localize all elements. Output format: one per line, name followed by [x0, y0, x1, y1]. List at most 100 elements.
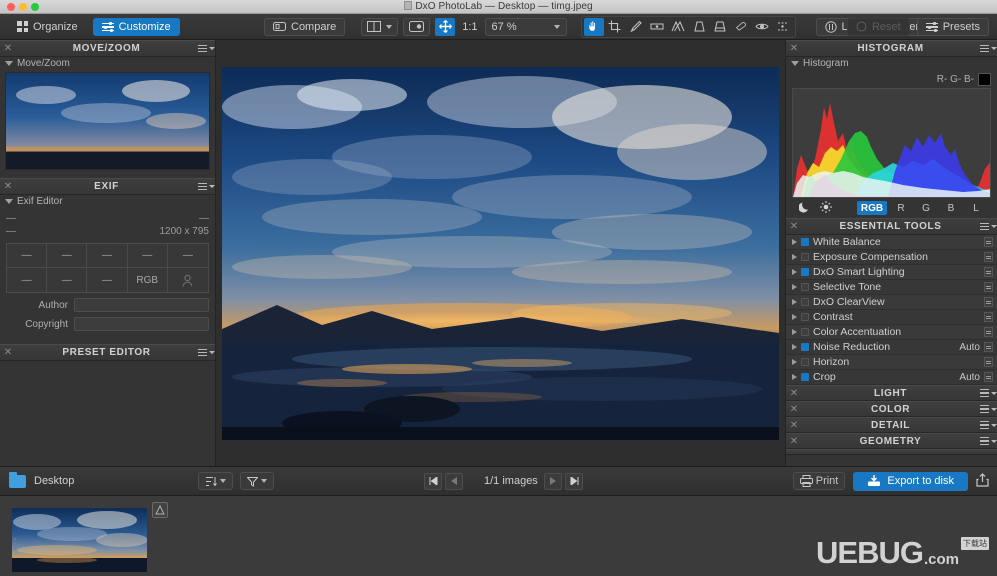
exif-colorspace-cell[interactable]: RGB — [127, 268, 168, 292]
channel-l-button[interactable]: L — [965, 201, 987, 215]
next-group-header-partial[interactable] — [786, 449, 997, 455]
person-icon[interactable] — [167, 268, 208, 292]
hand-tool-button[interactable] — [583, 17, 604, 36]
histogram-graph[interactable] — [792, 88, 991, 198]
preset-editor-panel-header[interactable]: ✕ PRESET EDITOR — [0, 344, 215, 361]
triangle-right-icon[interactable] — [792, 269, 797, 275]
close-icon[interactable]: ✕ — [0, 347, 16, 358]
color-group-header[interactable]: ✕ COLOR — [786, 401, 997, 417]
tool-enable-checkbox[interactable] — [801, 328, 809, 336]
exif-cell[interactable]: — — [87, 268, 128, 292]
equalizer-button[interactable] — [773, 18, 793, 36]
filmstrip-item[interactable] — [12, 502, 168, 572]
hand-pan-button[interactable] — [435, 17, 456, 36]
tool-menu-icon[interactable] — [984, 267, 993, 277]
move-zoom-panel-header[interactable]: ✕ MOVE/ZOOM — [0, 40, 215, 57]
perspective-tool-button[interactable] — [668, 18, 688, 36]
tool-enable-checkbox[interactable] — [801, 298, 809, 306]
tool-row[interactable]: DxO ClearView — [786, 295, 997, 310]
compare-button[interactable]: Compare — [264, 17, 346, 36]
tool-menu-icon[interactable] — [984, 237, 993, 247]
exif-copyright-field[interactable]: Copyright — [6, 317, 209, 331]
close-icon[interactable]: ✕ — [786, 404, 802, 415]
tool-menu-icon[interactable] — [984, 372, 993, 382]
exif-author-field[interactable]: Author — [6, 298, 209, 312]
previous-image-button[interactable] — [445, 472, 463, 490]
tool-enable-checkbox[interactable] — [801, 283, 809, 291]
triangle-right-icon[interactable] — [792, 254, 797, 260]
triangle-right-icon[interactable] — [792, 284, 797, 290]
tool-menu-icon[interactable] — [984, 297, 993, 307]
panel-menu-icon[interactable] — [197, 348, 215, 357]
print-button[interactable]: Print — [792, 472, 846, 490]
exif-cell[interactable]: — — [7, 268, 48, 292]
tool-row[interactable]: Contrast — [786, 310, 997, 325]
tool-row[interactable]: Color Accentuation — [786, 325, 997, 340]
tool-menu-icon[interactable] — [984, 312, 993, 322]
tool-enable-checkbox[interactable] — [801, 343, 809, 351]
detail-group-header[interactable]: ✕ DETAIL — [786, 417, 997, 433]
panel-menu-icon[interactable] — [979, 421, 997, 429]
exif-cell[interactable]: — — [47, 244, 88, 268]
tool-row[interactable]: Noise Reduction Auto — [786, 340, 997, 355]
organize-tab[interactable]: Organize — [8, 18, 87, 36]
export-to-disk-button[interactable]: Export to disk — [853, 471, 968, 491]
tool-menu-icon[interactable] — [984, 327, 993, 337]
copyright-input[interactable] — [74, 317, 209, 331]
sort-button[interactable] — [198, 472, 233, 490]
tool-row[interactable]: White Balance — [786, 235, 997, 250]
rating-dots-icon[interactable] — [14, 538, 16, 550]
tool-enable-checkbox[interactable] — [801, 373, 809, 381]
navigator-preview[interactable] — [5, 72, 210, 170]
panel-menu-icon[interactable] — [979, 437, 997, 445]
channel-b-button[interactable]: B — [940, 201, 962, 215]
reset-button[interactable]: Reset — [846, 17, 910, 36]
author-input[interactable] — [74, 298, 209, 312]
panel-menu-icon[interactable] — [979, 44, 997, 53]
triangle-right-icon[interactable] — [792, 239, 797, 245]
close-icon[interactable]: ✕ — [786, 436, 802, 447]
preview-toggle-button[interactable] — [403, 17, 431, 36]
breadcrumb[interactable]: Desktop — [34, 475, 74, 487]
geometry-group-header[interactable]: ✕ GEOMETRY — [786, 433, 997, 449]
tool-menu-icon[interactable] — [984, 282, 993, 292]
presets-button[interactable]: Presets — [916, 17, 989, 36]
virtual-copy-icon[interactable] — [152, 502, 168, 518]
last-image-button[interactable] — [565, 472, 583, 490]
tool-row[interactable]: Horizon — [786, 355, 997, 370]
tool-row[interactable]: Exposure Compensation — [786, 250, 997, 265]
customize-tab[interactable]: Customize — [92, 17, 180, 36]
close-icon[interactable]: ✕ — [0, 43, 16, 54]
exif-cell[interactable]: — — [47, 268, 88, 292]
panel-menu-icon[interactable] — [197, 44, 215, 53]
triangle-right-icon[interactable] — [792, 344, 797, 350]
channel-g-button[interactable]: G — [915, 201, 937, 215]
channel-r-button[interactable]: R — [890, 201, 912, 215]
tool-menu-icon[interactable] — [984, 357, 993, 367]
exposure-meter-button[interactable] — [647, 18, 667, 36]
tool-enable-checkbox[interactable] — [801, 253, 809, 261]
triangle-right-icon[interactable] — [792, 314, 797, 320]
tool-row[interactable]: DxO Smart Lighting — [786, 265, 997, 280]
exif-cell[interactable]: — — [87, 244, 128, 268]
panel-menu-icon[interactable] — [197, 182, 215, 191]
close-icon[interactable]: ✕ — [786, 43, 802, 54]
tool-enable-checkbox[interactable] — [801, 313, 809, 321]
tool-enable-checkbox[interactable] — [801, 268, 809, 276]
tool-row[interactable]: Crop Auto — [786, 370, 997, 385]
channel-rgb-button[interactable]: RGB — [857, 201, 887, 215]
filter-button[interactable] — [240, 472, 274, 490]
close-icon[interactable]: ✕ — [786, 388, 802, 399]
exif-cell[interactable]: — — [167, 244, 208, 268]
triangle-right-icon[interactable] — [792, 329, 797, 335]
edited-photo[interactable] — [222, 66, 779, 440]
image-thumbnail[interactable] — [12, 508, 147, 572]
tool-menu-icon[interactable] — [984, 342, 993, 352]
tool-enable-checkbox[interactable] — [801, 238, 809, 246]
retouch-tool-button[interactable] — [626, 18, 646, 36]
share-icon[interactable] — [976, 472, 989, 490]
triangle-right-icon[interactable] — [792, 359, 797, 365]
close-icon[interactable]: ✕ — [0, 181, 16, 192]
triangle-right-icon[interactable] — [792, 299, 797, 305]
triangle-right-icon[interactable] — [792, 374, 797, 380]
